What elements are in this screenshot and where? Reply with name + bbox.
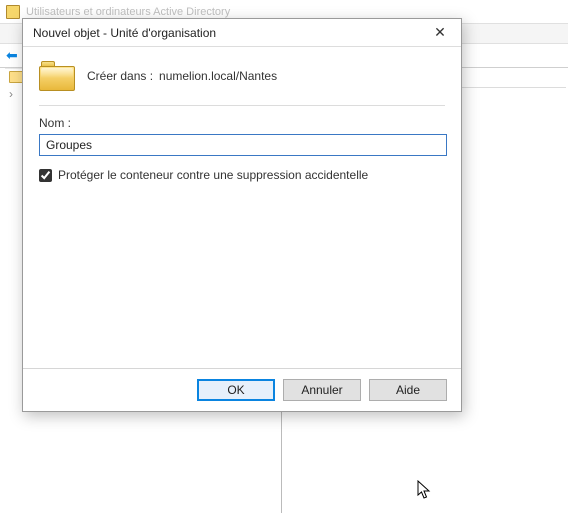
create-in-label: Créer dans :: [87, 69, 153, 83]
separator: [39, 105, 445, 106]
caret-icon: ›: [9, 87, 17, 101]
ou-folder-icon: [39, 61, 75, 91]
ok-button[interactable]: OK: [197, 379, 275, 401]
new-ou-dialog: Nouvel objet - Unité d'organisation ✕ Cr…: [22, 18, 462, 412]
help-button[interactable]: Aide: [369, 379, 447, 401]
create-in-path: numelion.local/Nantes: [159, 69, 277, 83]
cancel-button[interactable]: Annuler: [283, 379, 361, 401]
close-button[interactable]: ✕: [421, 20, 459, 46]
name-label: Nom :: [39, 116, 445, 130]
close-icon: ✕: [434, 24, 446, 41]
dialog-body: Créer dans : numelion.local/Nantes Nom :…: [23, 47, 461, 368]
parent-window-title: Utilisateurs et ordinateurs Active Direc…: [26, 6, 230, 18]
dialog-footer: OK Annuler Aide: [23, 368, 461, 411]
dialog-titlebar: Nouvel objet - Unité d'organisation ✕: [23, 19, 461, 47]
create-in-row: Créer dans : numelion.local/Nantes: [39, 55, 445, 103]
dialog-title: Nouvel objet - Unité d'organisation: [33, 26, 216, 40]
folder-icon: [9, 71, 23, 83]
protect-checkbox[interactable]: [39, 169, 52, 182]
folder-icon: [6, 5, 20, 19]
back-arrow-icon[interactable]: ⬅: [6, 47, 18, 64]
protect-row: Protéger le conteneur contre une suppres…: [39, 168, 445, 182]
protect-label: Protéger le conteneur contre une suppres…: [58, 168, 368, 182]
name-input[interactable]: [39, 134, 447, 156]
